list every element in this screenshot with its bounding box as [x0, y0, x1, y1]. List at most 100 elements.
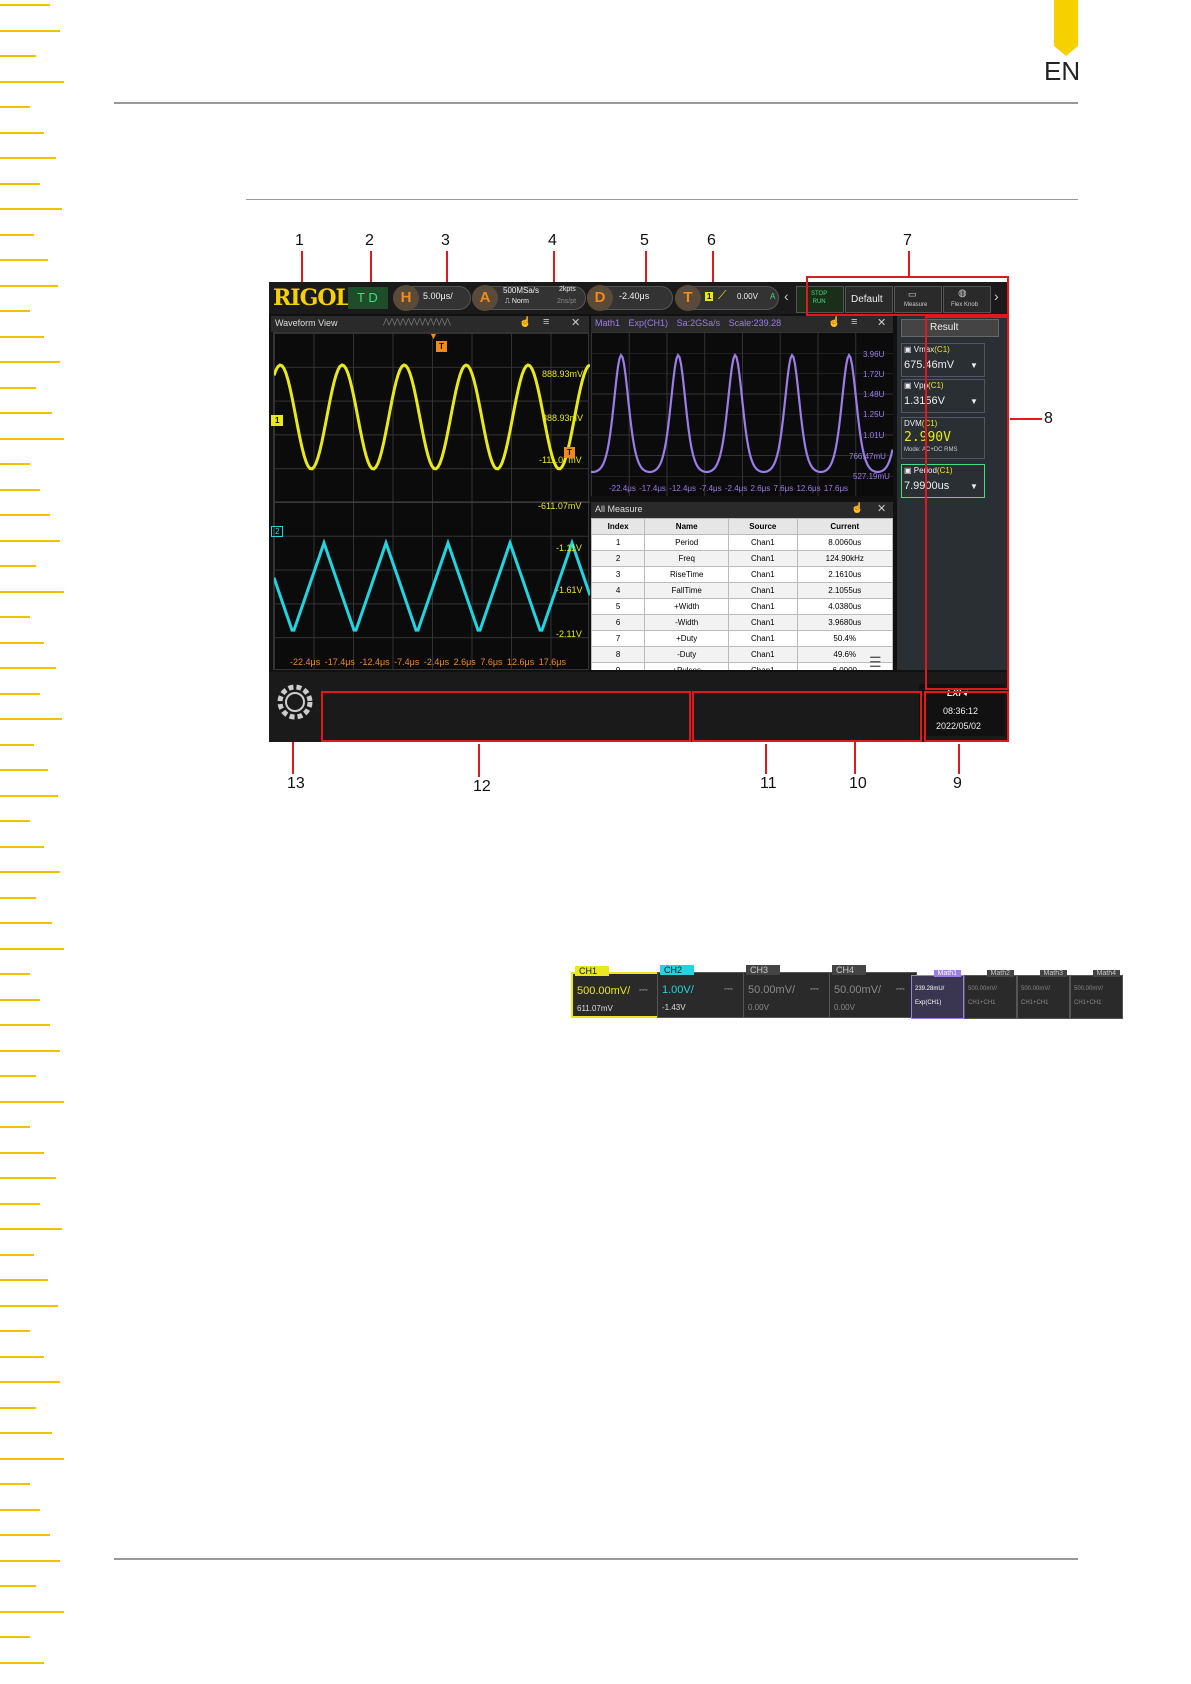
math-view-title: Math1 Exp(CH1) Sa:2GSa/s Scale:239.28 [595, 318, 781, 328]
a-button[interactable]: A [472, 285, 498, 311]
math-title-0: Math1 [595, 318, 621, 328]
math-name: Math1 [933, 970, 961, 977]
trigger-level: 0.00V [737, 292, 758, 301]
chevron-left-icon[interactable]: ‹ [784, 288, 789, 304]
margin-tick [0, 80, 64, 83]
math-grid[interactable]: 3.96U 1.72U 1.48U 1.25U 1.01U 766.47mU 5… [591, 332, 893, 496]
home-gear-icon[interactable] [275, 682, 315, 722]
callout-3: 3 [441, 232, 450, 249]
mt-7: 12.6μs [796, 484, 821, 493]
channel-box-ch2[interactable]: CH2 1.00V/ ⎓ -1.43V [657, 965, 745, 1018]
menu-icon[interactable]: ≡ [543, 316, 549, 328]
overview-strip: ⋀⋀⋀⋀⋀⋀⋀⋀⋀⋀⋀⋀ [383, 317, 451, 326]
waveform-grid[interactable]: ▼ T 888.93mV 388.93mV -111.07mV -611.07m… [273, 331, 590, 670]
math-touch-icon[interactable]: ☝ [828, 317, 840, 328]
table-row[interactable]: 3 RiseTime Chan1 2.1610us [591, 566, 893, 583]
table-cell: Chan1 [728, 630, 798, 647]
table-cell: 1 [591, 534, 646, 551]
ch2-level-1: -1.61V [556, 585, 583, 595]
margin-tick [0, 1126, 30, 1128]
table-row[interactable]: 5 +Width Chan1 4.0380us [591, 598, 893, 615]
math-name: Math2 [986, 970, 1014, 977]
math-box-4[interactable]: Math4 500.00mV/CH1+CH1 [1070, 970, 1123, 1019]
trigger-level-marker[interactable]: T [564, 447, 575, 458]
math-box-1[interactable]: Math1 239.28mU/Exp(CH1) [911, 970, 964, 1019]
dc-coupling-icon: ⎓ [639, 984, 648, 996]
table-cell: Period [644, 534, 730, 551]
waveform-view-header: Waveform View ⋀⋀⋀⋀⋀⋀⋀⋀⋀⋀⋀⋀ ☝ ≡ ✕ [271, 316, 589, 332]
rising-edge-icon: ⟋ [718, 288, 727, 302]
math-title-3: Scale:239.28 [728, 318, 782, 328]
margin-tick [0, 539, 60, 542]
callout-4: 4 [548, 232, 557, 249]
margin-tick [0, 412, 52, 414]
mode-indicator[interactable]: T D [348, 287, 388, 309]
table-row[interactable]: 6 -Width Chan1 3.9680us [591, 614, 893, 631]
channel-box-ch4[interactable]: CH4 50.00mV/ ⎓ 0.00V [829, 965, 917, 1018]
math-box-3[interactable]: Math3 500.00mV/CH1+CH1 [1017, 970, 1070, 1019]
t-button[interactable]: T [675, 285, 701, 311]
mt-2: -12.4μs [669, 484, 696, 493]
leader-7 [908, 251, 910, 278]
math-view-header: Math1 Exp(CH1) Sa:2GSa/s Scale:239.28 ☝ … [591, 316, 893, 332]
table-row[interactable]: 1 Period Chan1 8.0060us [591, 534, 893, 551]
wt-2: -12.4μs [359, 657, 390, 667]
touch-icon[interactable]: ☝ [519, 317, 531, 328]
meas-icon: ▣ [904, 345, 912, 354]
margin-tick [0, 743, 34, 746]
dc-coupling-icon: ⎓ [724, 983, 733, 995]
callout-box-9 [924, 691, 1009, 742]
list-toggle-icon[interactable]: ☰ [869, 654, 882, 670]
measure-touch-icon[interactable]: ☝ [851, 503, 863, 514]
table-row[interactable]: 7 +Duty Chan1 50.4% [591, 630, 893, 647]
margin-tick [0, 437, 64, 440]
wt-7: 12.6μs [507, 657, 535, 667]
close-icon[interactable]: ✕ [571, 316, 580, 329]
ch1-level-2: -111.07mV [539, 455, 582, 465]
table-row[interactable]: 9+PulsesChan16.0000 [591, 662, 893, 670]
callout-box-8 [925, 316, 1009, 690]
table-row[interactable]: 8 -Duty Chan1 49.6% [591, 646, 893, 663]
math-close-icon[interactable]: ✕ [877, 316, 886, 329]
d-button[interactable]: D [587, 285, 613, 311]
margin-tick [0, 233, 34, 236]
math-name: Math3 [1039, 970, 1067, 977]
margin-tick [0, 1534, 50, 1536]
leader-9 [958, 744, 960, 774]
trigger-marker[interactable]: T [436, 341, 447, 352]
channel-name: CH3 [746, 965, 781, 975]
math-y-1: 1.72U [863, 370, 885, 379]
all-measure-table-wrap[interactable]: Index Name Source Current 1 Period Chan1 8.… [591, 518, 893, 670]
margin-tick [0, 208, 62, 210]
math-name: Math4 [1092, 970, 1120, 977]
math-box-2[interactable]: Math2 500.00mV/CH1+CH1 [964, 970, 1017, 1019]
table-row[interactable]: 2 Freq Chan1 124.90kHz [591, 550, 893, 567]
dc-coupling-icon: ⎓ [896, 983, 905, 995]
channel-box-ch3[interactable]: CH3 50.00mV/ ⎓ 0.00V [743, 965, 831, 1018]
leader-13 [292, 740, 294, 774]
margin-tick [0, 896, 36, 899]
mt-0: -22.4μs [609, 484, 636, 493]
margin-tick [0, 4, 50, 6]
margin-tick [0, 1330, 30, 1332]
margin-tick [0, 1610, 64, 1613]
ch1-marker[interactable]: 1 [271, 415, 284, 426]
table-row[interactable]: 4 FallTime Chan1 2.1055us [591, 582, 893, 599]
dvm-name: DVM [904, 419, 922, 428]
channel-box-ch1[interactable]: CH1 500.00mV/ ⎓ 611.07mV [571, 966, 659, 1018]
ch2-marker[interactable]: 2 [271, 526, 284, 537]
margin-tick [0, 1355, 44, 1358]
h-button[interactable]: H [393, 285, 419, 311]
callout-13: 13 [287, 775, 305, 792]
math-scale: 500.00mV/ [1021, 986, 1051, 992]
header-rule [114, 102, 1078, 104]
mode-label: T D [357, 290, 378, 305]
wt-1: -17.4μs [324, 657, 355, 667]
wt-4: -2.4μs [423, 657, 450, 667]
math-y-3: 1.25U [863, 410, 885, 419]
margin-tick [0, 1279, 48, 1281]
margin-tick [0, 1585, 36, 1587]
measure-close-icon[interactable]: ✕ [877, 502, 886, 515]
table-header-row: Index Name Source Current [591, 518, 893, 535]
math-menu-icon[interactable]: ≡ [851, 316, 857, 328]
